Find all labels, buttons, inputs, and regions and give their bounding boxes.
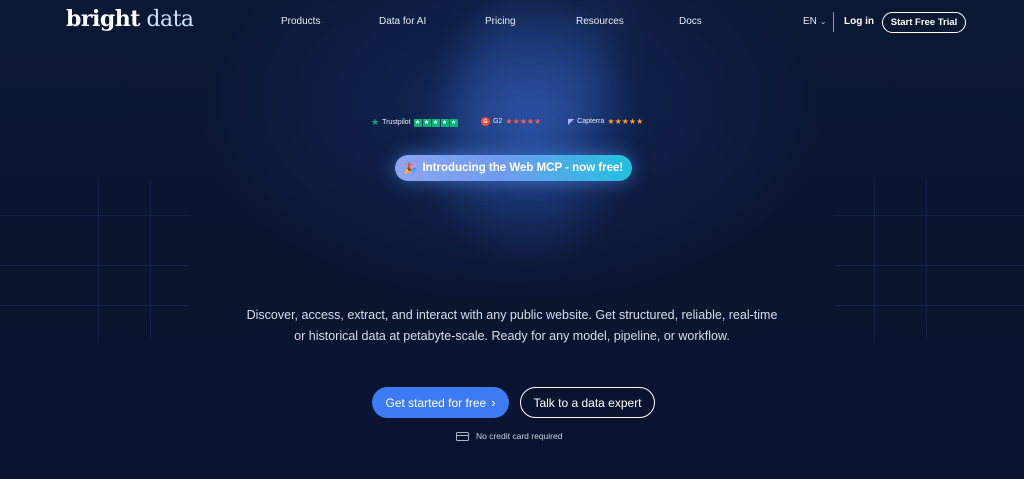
g2-stars-icon: ★★★★★ <box>505 117 542 126</box>
nav-link-resources[interactable]: Resources <box>576 16 624 27</box>
bright-data-logo[interactable]: bright data <box>66 6 194 32</box>
nav-link-pricing[interactable]: Pricing <box>485 16 516 27</box>
chevron-right-icon: › <box>491 395 496 410</box>
talk-to-expert-button[interactable]: Talk to a data expert <box>520 387 655 418</box>
start-free-trial-button[interactable]: Start Free Trial <box>882 12 966 33</box>
g2-rating[interactable]: G G2 ★★★★★ <box>481 117 541 126</box>
trustpilot-stars-icon: ★ ★ ★ ★ ★ <box>413 118 458 127</box>
capterra-label: Capterra <box>577 118 605 125</box>
credit-card-icon <box>456 431 469 441</box>
trustpilot-rating[interactable]: ★ Trustpilot ★ ★ ★ ★ ★ <box>371 117 458 128</box>
g2-logo-icon: G <box>481 117 490 126</box>
capterra-logo-icon: ◤ <box>568 117 575 126</box>
trustpilot-label: Trustpilot <box>382 119 411 126</box>
nav-link-products[interactable]: Products <box>281 16 320 27</box>
chevron-down-icon: ⌄ <box>819 17 827 26</box>
login-link[interactable]: Log in <box>844 16 874 27</box>
capterra-stars-icon: ★★★★★ <box>607 117 644 126</box>
nav-link-docs[interactable]: Docs <box>679 16 702 27</box>
decorative-grid-right <box>834 180 1024 340</box>
decorative-grid-left <box>0 180 190 340</box>
language-label: EN <box>803 16 817 27</box>
no-credit-card-note: No credit card required <box>456 430 562 442</box>
review-ratings: ★ Trustpilot ★ ★ ★ ★ ★ G G2 ★★★★★ ◤ Capterra… <box>0 117 1024 131</box>
top-navigation: bright data Products Data for AI Pricing… <box>0 0 1024 44</box>
hero-description: Discover, access, extract, and interact … <box>200 305 824 347</box>
hero-description-line-1: Discover, access, extract, and interact … <box>246 308 778 322</box>
nav-divider <box>833 12 834 32</box>
capterra-rating[interactable]: ◤ Capterra ★★★★★ <box>568 117 643 126</box>
party-popper-icon: 🎉 <box>403 162 418 175</box>
announcement-banner[interactable]: 🎉 Introducing the Web MCP - now free! <box>395 155 632 181</box>
nav-link-data-for-ai[interactable]: Data for AI <box>379 16 426 27</box>
trustpilot-star-icon: ★ <box>371 117 380 127</box>
language-selector[interactable]: EN ⌄ <box>803 16 827 27</box>
no-credit-card-text: No credit card required <box>476 431 563 441</box>
logo-text-accent: data <box>139 7 194 32</box>
announcement-text: Introducing the Web MCP - now free! <box>422 162 624 174</box>
get-started-label: Get started for free <box>385 395 487 410</box>
logo-text-main: bright <box>66 6 140 32</box>
hero-description-line-2: or historical data at petabyte-scale. Re… <box>294 329 730 343</box>
get-started-button[interactable]: Get started for free › <box>372 387 509 418</box>
g2-label: G2 <box>493 118 503 125</box>
